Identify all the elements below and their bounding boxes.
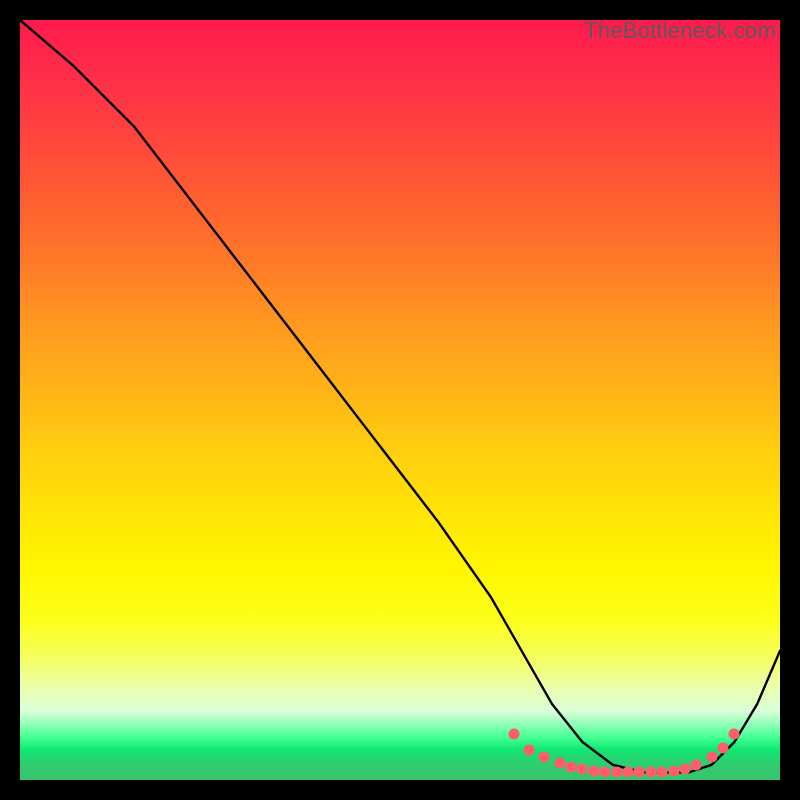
marker-bead (539, 752, 550, 763)
marker-bead (566, 762, 577, 773)
marker-bead (623, 767, 634, 778)
marker-bead (729, 729, 740, 740)
marker-bead (509, 729, 520, 740)
marker-bead (668, 765, 679, 776)
marker-bead (634, 767, 645, 778)
marker-bead (577, 764, 588, 775)
plot-area: TheBottleneck.com (20, 20, 780, 780)
marker-bead (718, 743, 729, 754)
marker-bead (554, 758, 565, 769)
marker-bead (588, 765, 599, 776)
marker-bead (706, 752, 717, 763)
marker-bead (524, 744, 535, 755)
optimal-region-markers (20, 20, 780, 780)
marker-bead (600, 766, 611, 777)
marker-bead (657, 767, 668, 778)
marker-bead (680, 763, 691, 774)
marker-bead (691, 759, 702, 770)
chart-frame: TheBottleneck.com (20, 20, 780, 780)
marker-bead (645, 767, 656, 778)
marker-bead (611, 767, 622, 778)
